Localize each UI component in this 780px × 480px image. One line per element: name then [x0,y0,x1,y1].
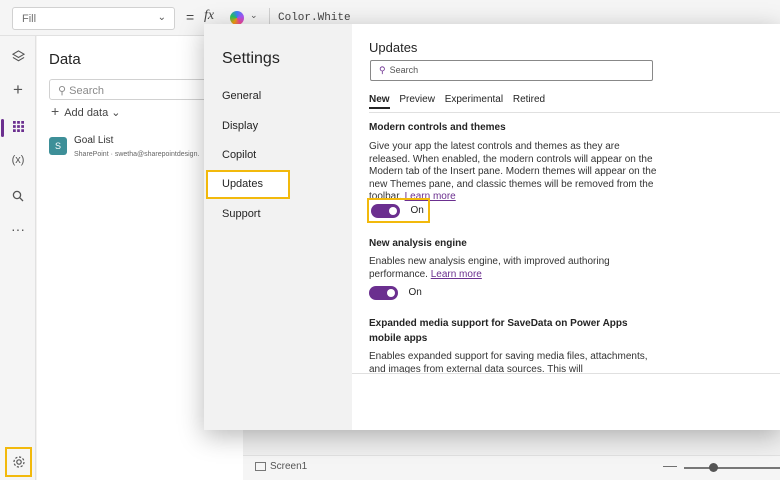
sharepoint-icon: S [49,137,67,155]
variables-icon[interactable]: (x) [6,148,30,172]
data-source-name[interactable]: Goal List [74,135,113,146]
chevron-down-icon: ⌄ [111,107,121,119]
zoom-slider[interactable] [684,467,780,469]
search-icon: ⚲ [379,65,386,75]
section-title: Expanded media support for SaveData on P… [369,318,628,344]
modern-controls-toggle[interactable]: On [367,198,430,223]
screen-selector[interactable]: Screen1 [255,461,307,472]
tab-new[interactable]: New [369,94,390,109]
updates-tabs: New Preview Experimental Retired [369,94,552,109]
status-bar: Screen1 — [243,455,780,480]
data-search-placeholder: Search [69,85,104,97]
search-icon[interactable] [6,184,30,208]
chevron-down-icon: ⌄ [250,10,258,20]
settings-dialog: Settings General Display Copilot Updates… [204,24,780,430]
section-description: Enables new analysis engine, with improv… [369,256,659,281]
zoom-out-button[interactable]: — [663,457,677,473]
add-data-label: Add data [64,107,109,119]
learn-more-link[interactable]: Learn more [431,269,482,280]
nav-item-display[interactable]: Display [222,120,258,132]
left-rail: + (x) ··· [0,36,36,480]
analysis-engine-toggle[interactable]: On [369,284,422,302]
updates-search-placeholder: Search [389,65,419,75]
property-value: Fill [22,13,37,25]
fx-icon[interactable]: fx [204,8,214,24]
equals-sign: = [186,9,195,25]
tab-preview[interactable]: Preview [399,94,435,107]
plus-icon: + [51,103,60,119]
settings-gear-button[interactable] [5,447,32,477]
more-icon[interactable]: ··· [6,217,30,241]
property-dropdown[interactable]: Fill ⌄ [12,7,175,30]
dialog-footer-divider [352,373,780,374]
gear-icon [12,456,25,468]
screen-icon [255,461,266,471]
toggle-switch[interactable] [369,285,398,300]
toggle-state: On [408,287,422,299]
section-title: Modern controls and themes [369,122,506,133]
updates-panel: Updates ⚲ Search New Preview Experimental… [352,24,780,373]
search-icon: ⚲ [58,85,70,97]
section-description: Enables expanded support for saving medi… [369,351,648,373]
section-title: New analysis engine [369,238,467,249]
toggle-switch[interactable] [371,203,400,218]
section-description: Give your app the latest controls and th… [369,141,659,204]
copilot-icon [230,11,244,25]
tabs-divider [369,112,780,113]
tab-retired[interactable]: Retired [513,94,545,107]
nav-item-support[interactable]: Support [222,208,261,220]
screen-name: Screen1 [270,461,308,472]
data-pane-title: Data [49,51,81,68]
nav-item-copilot[interactable]: Copilot [222,149,256,161]
grid-icon[interactable] [6,114,30,138]
section-description-text: Enables new analysis engine, with improv… [369,256,610,280]
toggle-state: On [410,205,424,217]
chevron-down-icon: ⌄ [157,12,166,23]
updates-search-input[interactable]: ⚲ Search [370,60,653,81]
active-indicator [1,119,4,137]
add-data-button[interactable]: + Add data ⌄ [51,103,121,119]
nav-item-updates[interactable]: Updates [206,170,290,199]
settings-nav: Settings General Display Copilot Updates… [204,24,352,430]
data-source-subtitle: SharePoint · swetha@sharepointdesign. [74,151,200,158]
nav-item-general[interactable]: General [222,90,261,102]
updates-title: Updates [369,40,418,55]
zoom-slider-handle[interactable] [709,463,718,472]
layers-icon[interactable] [6,44,30,68]
tab-experimental[interactable]: Experimental [445,94,503,107]
settings-title: Settings [222,50,280,67]
plus-icon[interactable]: + [6,78,30,102]
